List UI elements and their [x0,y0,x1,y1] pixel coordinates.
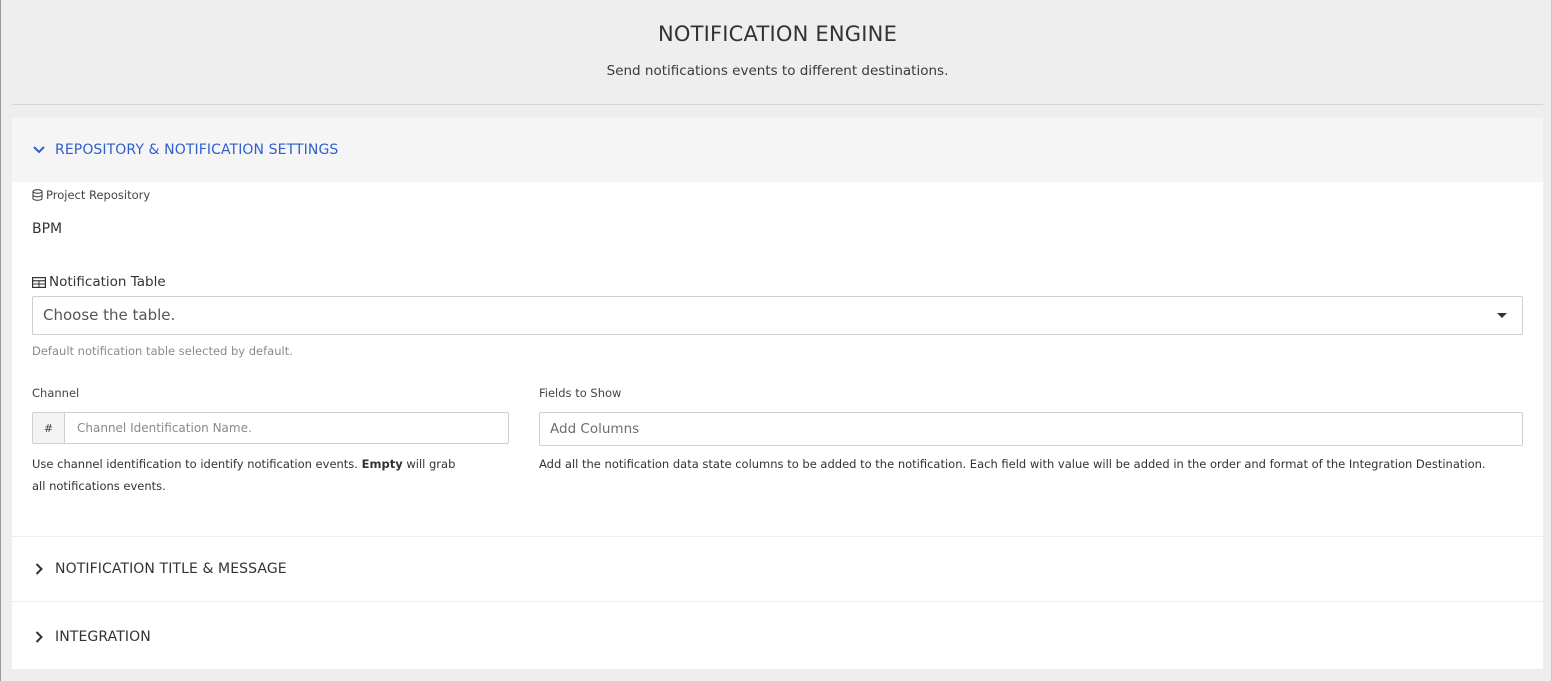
page-subtitle: Send notifications events to different d… [606,63,949,79]
notification-table-placeholder: Choose the table. [43,306,176,324]
database-icon [32,189,43,204]
chevron-down-icon [32,143,46,157]
section-repository-toggle[interactable]: REPOSITORY & NOTIFICATION SETTINGS [12,118,1543,182]
channel-help: Use channel identification to identify n… [32,453,472,497]
hash-addon: # [33,413,65,443]
notification-table-select[interactable]: Choose the table. [32,296,1523,335]
page-header: NOTIFICATION ENGINE Send notifications e… [12,0,1543,105]
notification-table-label: Notification Table [32,274,166,292]
channel-input-group: # [32,412,509,444]
section-repository-label: REPOSITORY & NOTIFICATION SETTINGS [55,142,339,158]
page-title: NOTIFICATION ENGINE [657,22,898,46]
chevron-right-icon [32,630,46,644]
table-icon [32,276,47,292]
project-repository-text: Project Repository [46,188,151,202]
chevron-right-icon [32,562,46,576]
notification-table-help: Default notification table selected by d… [32,344,293,358]
channel-label: Channel [32,386,80,400]
fields-help: Add all the notification data state colu… [539,457,1486,471]
section-integration-label: INTEGRATION [55,629,151,645]
page-frame: NOTIFICATION ENGINE Send notifications e… [0,0,1552,681]
settings-panel: REPOSITORY & NOTIFICATION SETTINGS Proje… [12,118,1543,669]
channel-help-bold: Empty [361,457,403,471]
notification-table-text: Notification Table [49,274,166,290]
add-columns-field[interactable] [539,412,1523,446]
section-title-message-toggle[interactable]: NOTIFICATION TITLE & MESSAGE [12,537,1543,601]
channel-help-text: Use channel identification to identify n… [32,457,362,471]
section-integration-toggle[interactable]: INTEGRATION [12,605,1543,669]
fields-to-show-label: Fields to Show [539,386,622,400]
add-columns-input[interactable] [540,413,1522,445]
section-title-message-label: NOTIFICATION TITLE & MESSAGE [55,561,287,577]
section-divider [12,601,1543,602]
channel-input[interactable] [65,413,508,443]
dropdown-caret-icon [1497,313,1507,318]
project-repository-label: Project Repository [32,188,150,204]
project-repository-value: BPM [32,221,63,237]
